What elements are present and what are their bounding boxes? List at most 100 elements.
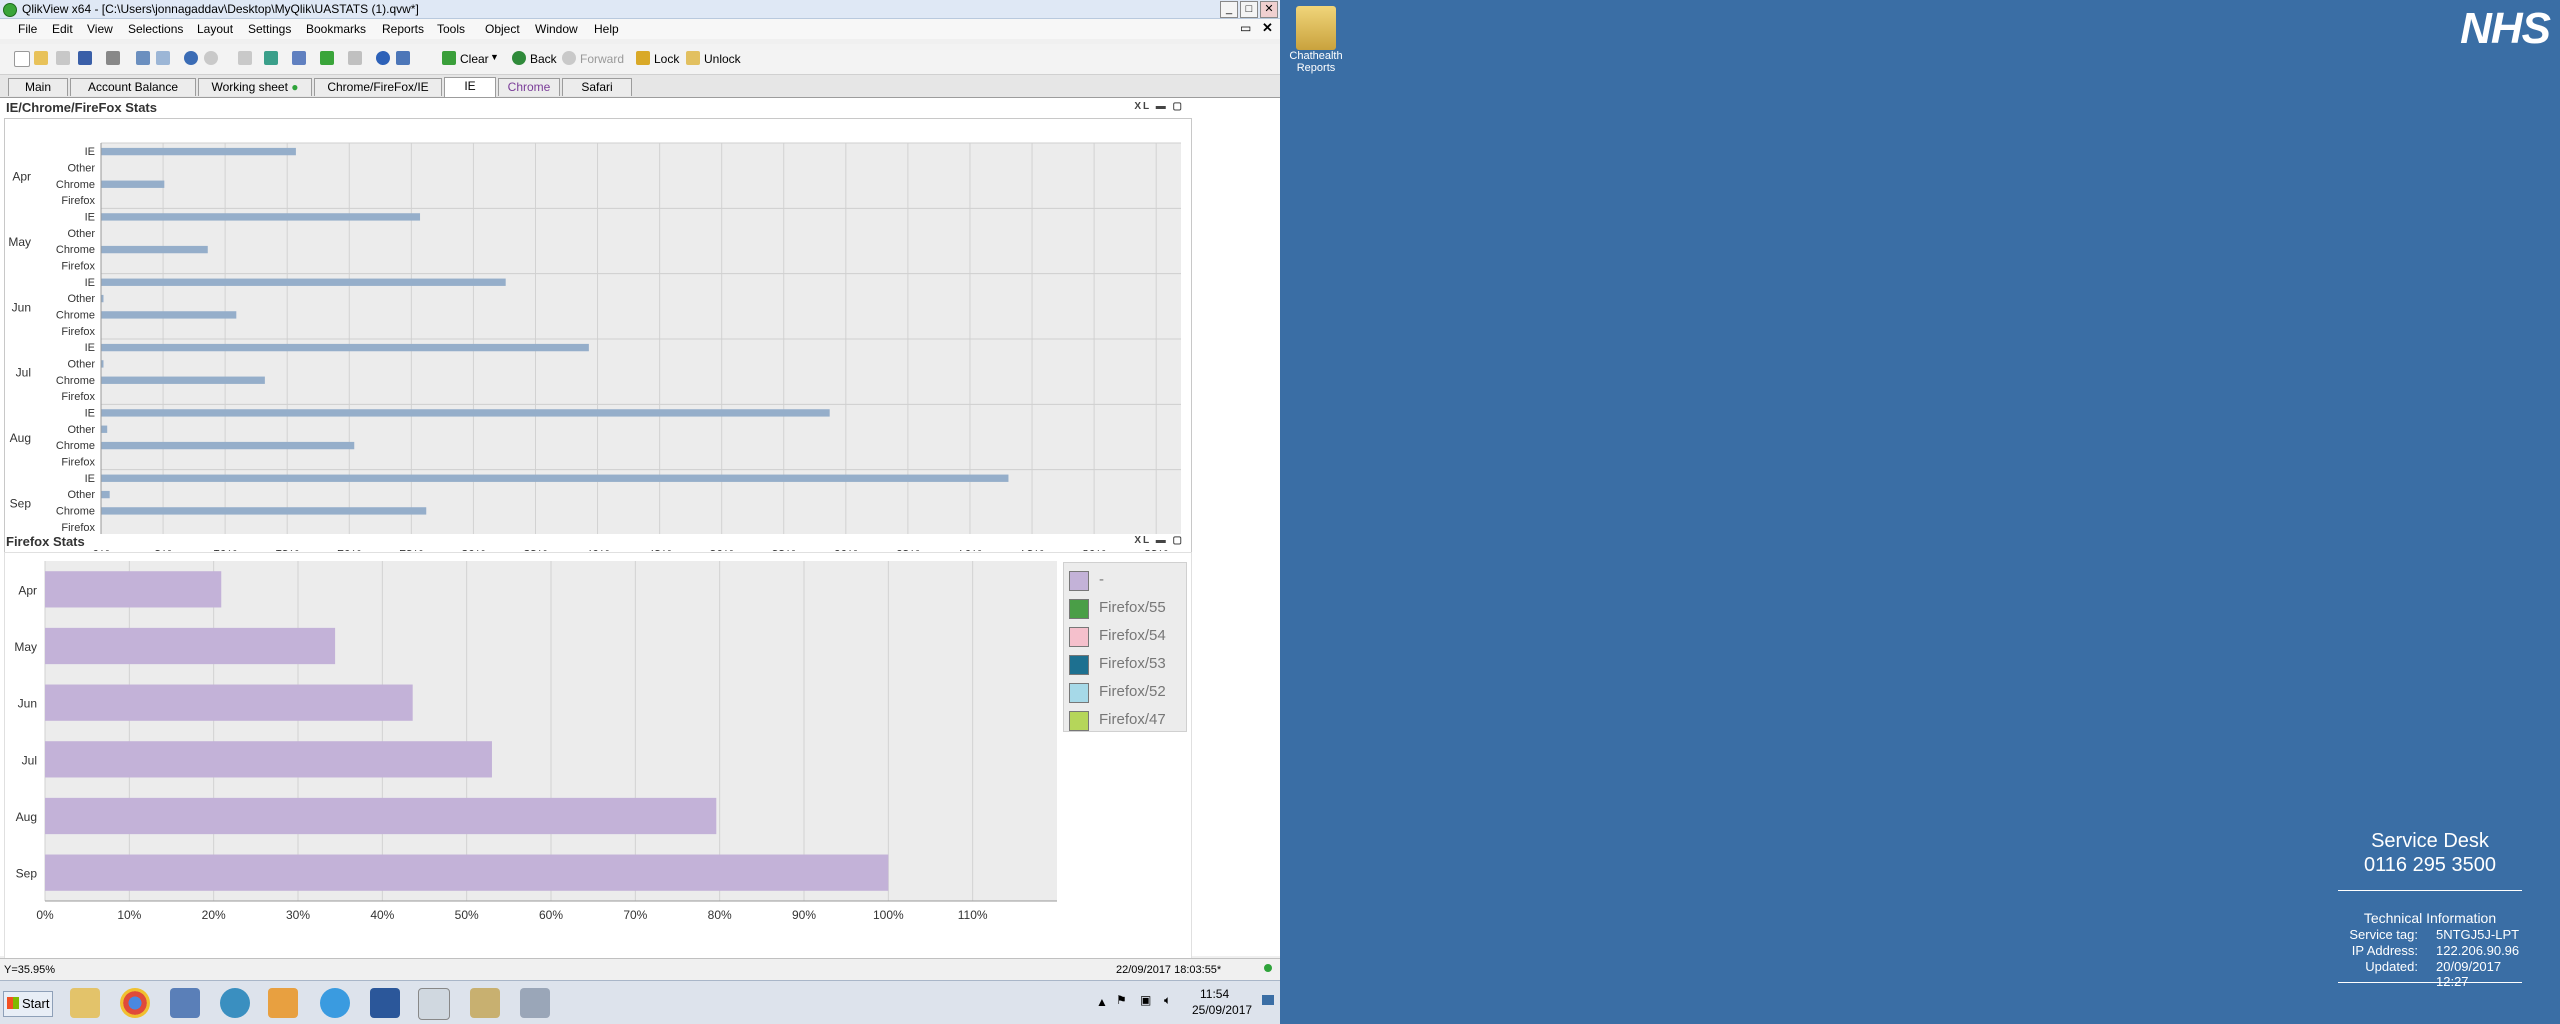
menu-object[interactable]: Object bbox=[485, 22, 520, 36]
undo-icon[interactable] bbox=[184, 51, 198, 65]
legend-swatch bbox=[1069, 683, 1089, 703]
menu-bookmarks[interactable]: Bookmarks bbox=[306, 22, 366, 36]
status-dot-icon: ● bbox=[291, 80, 299, 94]
close-button[interactable]: ✕ bbox=[1260, 1, 1278, 18]
lock-button[interactable]: Lock bbox=[654, 52, 679, 66]
tab-ie[interactable]: IE bbox=[444, 77, 496, 97]
tab-account-balance[interactable]: Account Balance bbox=[70, 78, 196, 96]
volume-icon[interactable]: 🔈︎ bbox=[1164, 993, 1171, 1008]
properties-icon[interactable] bbox=[348, 51, 362, 65]
computer-management-icon[interactable] bbox=[170, 988, 200, 1018]
menu-file[interactable]: File bbox=[18, 22, 37, 36]
show-desktop-icon[interactable] bbox=[1262, 995, 1274, 1005]
category-label: Chrome bbox=[56, 244, 95, 256]
save-icon[interactable] bbox=[78, 51, 92, 65]
back-icon[interactable] bbox=[512, 51, 526, 65]
category-label: Other bbox=[67, 293, 95, 305]
flag-icon[interactable]: ⚑ bbox=[1116, 993, 1127, 1007]
bar bbox=[45, 627, 336, 665]
group-label: Apr bbox=[12, 170, 31, 184]
legend-label: Firefox/54 bbox=[1099, 627, 1166, 644]
x-tick-label: 40% bbox=[370, 908, 394, 922]
clear-icon[interactable] bbox=[442, 51, 456, 65]
unlock-button[interactable]: Unlock bbox=[704, 52, 741, 66]
help-icon[interactable] bbox=[376, 51, 390, 65]
tab-chrome[interactable]: Chrome bbox=[498, 78, 560, 96]
doc-close-icon[interactable]: ✕ bbox=[1262, 20, 1273, 36]
group-label: Jun bbox=[12, 300, 31, 314]
print-icon[interactable] bbox=[106, 51, 120, 65]
restore-button[interactable]: □ bbox=[1240, 1, 1258, 18]
nhs-logo: NHS bbox=[2460, 4, 2551, 53]
forward-icon[interactable] bbox=[562, 51, 576, 65]
x-tick-label: 90% bbox=[792, 908, 816, 922]
menu-tools[interactable]: Tools bbox=[437, 22, 465, 36]
qlikview-task-icon[interactable] bbox=[418, 988, 450, 1020]
menu-window[interactable]: Window bbox=[535, 22, 578, 36]
menu-reports[interactable]: Reports bbox=[382, 22, 424, 36]
new-icon[interactable] bbox=[14, 51, 30, 67]
clear-dropdown-icon[interactable]: ▼ bbox=[490, 52, 499, 62]
table-view-icon[interactable] bbox=[264, 51, 278, 65]
menu-layout[interactable]: Layout bbox=[197, 22, 233, 36]
chrome-icon[interactable] bbox=[120, 988, 150, 1018]
clear-button[interactable]: Clear bbox=[460, 52, 489, 66]
back-button[interactable]: Back bbox=[530, 52, 557, 66]
tab-main[interactable]: Main bbox=[8, 78, 68, 96]
window-title: QlikView x64 - [C:\Users\jonnagaddav\Des… bbox=[22, 2, 419, 16]
bookmark-star-icon[interactable] bbox=[320, 51, 334, 65]
x-tick-label: 80% bbox=[708, 908, 732, 922]
x-tick-label: 100% bbox=[873, 908, 904, 922]
category-label: Firefox bbox=[61, 261, 95, 273]
x-tick-label: 30% bbox=[286, 908, 310, 922]
open-icon[interactable] bbox=[34, 51, 48, 65]
edit-script-icon[interactable] bbox=[136, 51, 150, 65]
tab-chrome-firefox-ie[interactable]: Chrome/FireFox/IE bbox=[314, 78, 442, 96]
lock-icon[interactable] bbox=[636, 51, 650, 65]
media-player-icon[interactable] bbox=[268, 988, 298, 1018]
whats-this-icon[interactable] bbox=[396, 51, 410, 65]
menu-edit[interactable]: Edit bbox=[52, 22, 73, 36]
tab-working-sheet[interactable]: Working sheet ● bbox=[198, 78, 312, 96]
print-preview-icon[interactable] bbox=[156, 51, 170, 65]
bottom-chart-caption: Firefox Stats XL ▬ ▢ bbox=[6, 534, 1188, 550]
paint-icon[interactable] bbox=[470, 988, 500, 1018]
doc-restore-icon[interactable]: ▭ bbox=[1240, 21, 1251, 35]
caption-print-xl-minimize-maximize-icons-2[interactable]: XL ▬ ▢ bbox=[1134, 535, 1184, 546]
tray-show-hidden-icon[interactable]: ▲ bbox=[1096, 995, 1108, 1009]
forward-button[interactable]: Forward bbox=[580, 52, 624, 66]
start-label: Start bbox=[22, 996, 50, 1011]
new-chart-icon[interactable] bbox=[292, 51, 306, 65]
search-icon[interactable] bbox=[238, 51, 252, 65]
clock-time[interactable]: 11:54 bbox=[1200, 987, 1229, 1001]
internet-explorer-icon[interactable] bbox=[320, 988, 350, 1018]
updated-value: 20/09/2017 12:27 bbox=[2436, 959, 2502, 989]
sheet-tabs: Main Account Balance Working sheet ● Chr… bbox=[0, 75, 1280, 98]
calculator-icon[interactable] bbox=[520, 988, 550, 1018]
desktop-folder-chathealth[interactable]: Chathealth Reports bbox=[1284, 6, 1348, 74]
status-reload-time: 22/09/2017 18:03:55* bbox=[1116, 964, 1222, 976]
menu-settings[interactable]: Settings bbox=[248, 22, 291, 36]
minimize-button[interactable]: _ bbox=[1220, 1, 1238, 18]
word-icon[interactable] bbox=[370, 988, 400, 1018]
tab-safari[interactable]: Safari bbox=[562, 78, 632, 96]
category-label: Apr bbox=[18, 583, 37, 597]
ip-address-value: 122.206.90.96 bbox=[2436, 943, 2520, 958]
bar bbox=[101, 507, 427, 515]
file-explorer-icon[interactable] bbox=[70, 988, 100, 1018]
printer-tray-icon[interactable]: ▣ bbox=[1140, 993, 1151, 1007]
menu-view[interactable]: View bbox=[87, 22, 113, 36]
category-label: Firefox bbox=[61, 457, 95, 469]
unlock-icon[interactable] bbox=[686, 51, 700, 65]
menu-help[interactable]: Help bbox=[594, 22, 619, 36]
x-tick-label: 70% bbox=[623, 908, 647, 922]
network-icon[interactable] bbox=[220, 988, 250, 1018]
start-button[interactable]: Start bbox=[3, 991, 53, 1017]
bottom-chart-box: 0% 10% 20% 30% 40% 50% 60% 70% 80% 90% 100% 110% Apr… bbox=[4, 552, 1192, 1024]
caption-print-xl-minimize-maximize-icons[interactable]: XL ▬ ▢ bbox=[1134, 101, 1184, 112]
reload-icon[interactable] bbox=[56, 51, 70, 65]
redo-icon[interactable] bbox=[204, 51, 218, 65]
menu-selections[interactable]: Selections bbox=[128, 22, 183, 36]
status-cursor-value: Y=35.95% bbox=[4, 964, 56, 976]
clock-date[interactable]: 25/09/2017 bbox=[1192, 1003, 1252, 1017]
